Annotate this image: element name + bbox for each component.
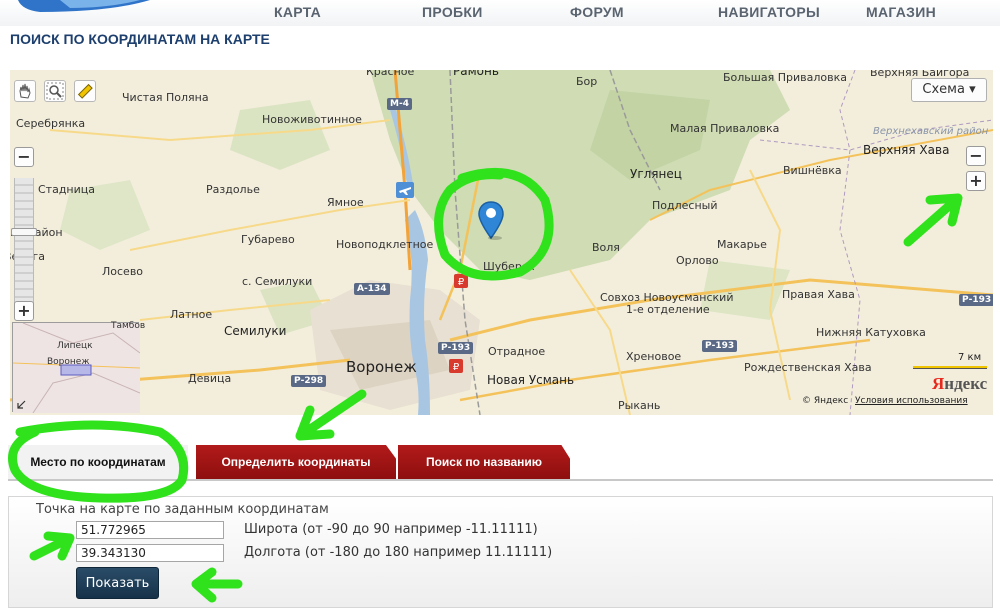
latitude-hint: Широта (от -90 до 90 например -11.11111) <box>244 522 538 537</box>
overview-minimap[interactable]: Тамбов Липецк Воронеж <box>12 321 145 414</box>
map-label: 1-е отделение <box>626 303 710 316</box>
map-label: Шуберск <box>483 260 535 273</box>
map-label: Хреновое <box>626 350 682 363</box>
nav-map-link[interactable]: КАРТА <box>274 4 321 20</box>
minimap-label: Воронеж <box>47 357 90 367</box>
yandex-logo-text: ндекс <box>944 374 988 393</box>
map-label: Малая Приваловка <box>670 122 780 135</box>
map-label: Рождественская Хава <box>744 361 872 374</box>
page-title: ПОИСК ПО КООРДИНАТАМ НА КАРТЕ <box>10 31 270 47</box>
map-label: Подлесный <box>652 199 718 212</box>
tab-determine-coordinates[interactable]: Определить координаты <box>196 445 396 479</box>
terms-of-use-link[interactable]: Условия использования <box>855 396 968 406</box>
collapse-minimap-icon[interactable] <box>15 399 27 411</box>
map-label: Нижняя Катуховка <box>816 326 926 339</box>
pan-tool-button[interactable] <box>14 80 36 102</box>
gas-station-icon: ₽ <box>449 359 463 373</box>
ruler-tool-button[interactable] <box>74 80 96 102</box>
svg-text:₽: ₽ <box>453 362 460 373</box>
map-label: Бор <box>576 75 598 88</box>
tab-coordinates-place[interactable]: Место по координатам <box>8 445 188 479</box>
ruler-icon <box>77 83 93 99</box>
map-label: Верхняя Хава <box>863 143 950 157</box>
map-label: Рамонь <box>453 70 499 78</box>
longitude-hint: Долгота (от -180 до 180 например 11.1111… <box>244 545 553 560</box>
map-label: Рыкань <box>618 399 661 412</box>
magnifier-icon <box>46 82 64 100</box>
map-label: Углянец <box>630 167 682 181</box>
minimap-label: Тамбов <box>111 321 146 331</box>
nav-shop-link[interactable]: МАГАЗИН <box>866 4 936 20</box>
scale-bar <box>913 366 987 369</box>
map-view[interactable]: Красное Рамонь Бор Большая Приваловка Ве… <box>10 70 993 415</box>
page: КАРТА ПРОБКИ ФОРУМ НАВИГАТОРЫ МАГАЗИН ПО… <box>0 0 1000 612</box>
map-label: Семилуки <box>224 324 287 338</box>
location-pin-icon[interactable] <box>477 200 505 240</box>
map-label: Лосево <box>102 265 144 278</box>
gas-station-icon: ₽ <box>454 274 468 288</box>
airport-icon <box>396 182 414 198</box>
map-label: Верхнехавский район <box>873 126 989 137</box>
top-navigation: КАРТА ПРОБКИ ФОРУМ НАВИГАТОРЫ МАГАЗИН <box>0 0 1000 26</box>
map-label: Вишнёвка <box>783 164 842 177</box>
road-shield: Р-193 <box>438 342 474 354</box>
form-heading: Точка на карте по заданным координатам <box>36 502 329 517</box>
minimap-label: Липецк <box>57 341 93 351</box>
map-label: Новоподклетное <box>336 238 434 251</box>
road-shield: Р-298 <box>291 375 327 387</box>
road-shield: А-134 <box>354 283 390 295</box>
road-shield: Р-193 <box>959 294 993 306</box>
map-label: Девица <box>188 372 232 385</box>
map-label: Чистая Поляна <box>122 91 209 104</box>
hand-icon <box>19 83 31 99</box>
nav-traffic-link[interactable]: ПРОБКИ <box>422 4 483 20</box>
map-label: Воля <box>592 241 620 254</box>
map-label: Большая Приваловка <box>723 71 847 84</box>
minimap-base-layer <box>12 322 141 414</box>
svg-text:₽: ₽ <box>458 277 465 288</box>
show-button[interactable]: Показать <box>76 567 159 599</box>
zoom-out-button[interactable]: − <box>14 147 34 167</box>
nav-navigators-link[interactable]: НАВИГАТОРЫ <box>718 4 820 20</box>
zoom-slider-thumb[interactable] <box>11 228 37 236</box>
map-label: Латное <box>170 308 213 321</box>
yandex-logo[interactable]: Яндекс <box>932 374 987 394</box>
zoom-in-button-right[interactable]: + <box>966 171 986 191</box>
site-logo-icon[interactable] <box>0 0 160 14</box>
map-label: Макарье <box>717 238 767 251</box>
longitude-input[interactable] <box>76 544 224 562</box>
road-shield: М-4 <box>387 98 412 110</box>
scale-label: 7 км <box>958 352 982 363</box>
map-label: Правая Хава <box>782 288 855 301</box>
tab-search-by-name[interactable]: Поиск по названию <box>398 445 570 479</box>
map-label: Воронеж <box>346 358 417 376</box>
nav-forum-link[interactable]: ФОРУМ <box>570 4 624 20</box>
map-label: Ямное <box>327 196 364 209</box>
map-label: с. Семилуки <box>242 275 313 288</box>
yandex-logo-letter: Я <box>932 374 945 393</box>
map-label: Новоживотинное <box>262 113 362 126</box>
map-label: Стадница <box>38 183 96 196</box>
road-shield: Р-193 <box>702 340 738 352</box>
map-label: Серебрянка <box>16 117 86 130</box>
zoom-in-button[interactable]: + <box>14 301 34 321</box>
tab-divider <box>8 479 993 481</box>
map-label: Новая Усмань <box>487 373 575 387</box>
map-label: Губарево <box>241 233 295 246</box>
map-label: Раздолье <box>206 183 260 196</box>
latitude-input[interactable] <box>76 521 224 539</box>
zoom-area-tool-button[interactable] <box>44 80 66 102</box>
map-label: Орлово <box>676 254 719 267</box>
zoom-slider-track[interactable] <box>14 178 34 306</box>
zoom-out-button-right[interactable]: − <box>966 146 986 166</box>
map-label: Красное <box>366 70 415 78</box>
map-label: Отрадное <box>488 345 546 358</box>
map-copyright: © Яндекс <box>802 396 849 406</box>
map-type-select[interactable]: Схема ▾ <box>911 78 987 102</box>
